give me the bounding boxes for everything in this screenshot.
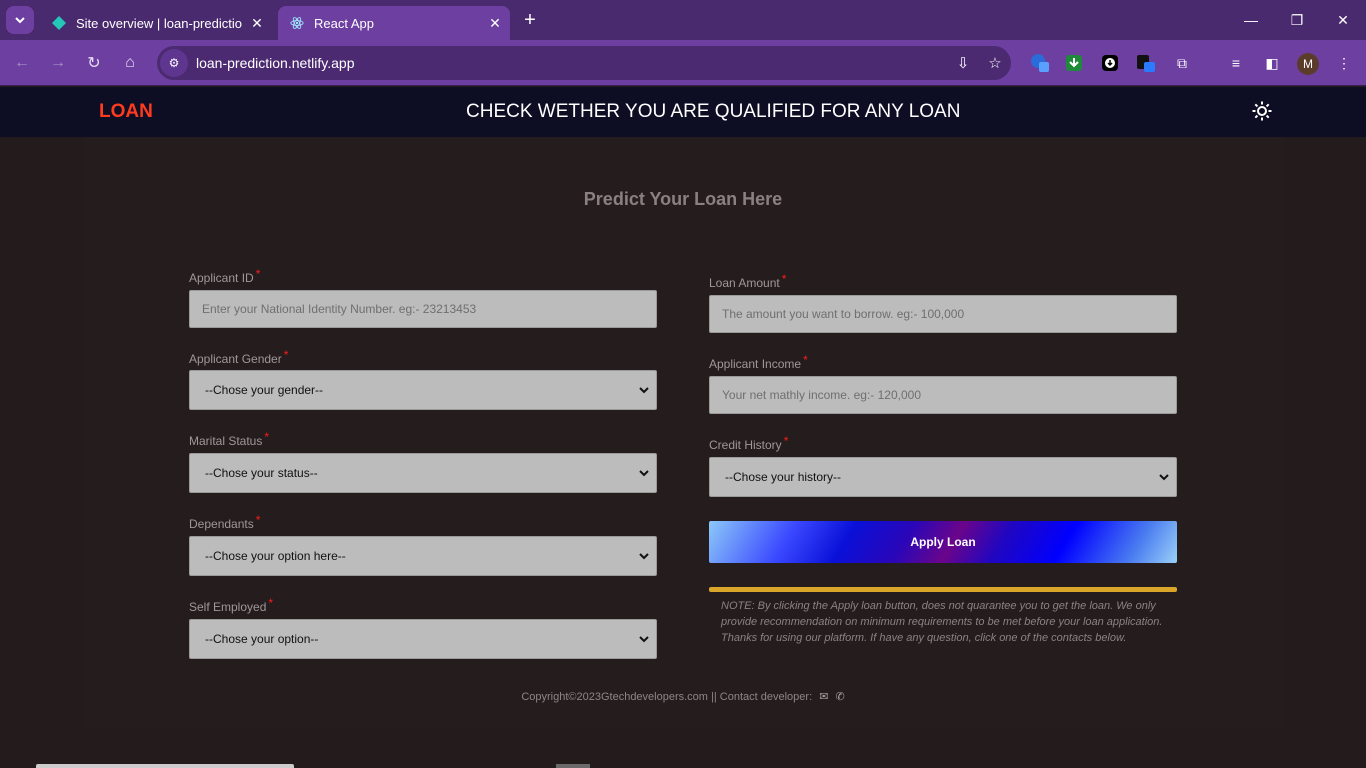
close-tab-icon[interactable]: ✕ <box>242 15 272 32</box>
applicant-id-input[interactable]: Enter your National Identity Number. eg:… <box>189 290 657 328</box>
react-atom-icon <box>290 16 304 30</box>
applicant-income-label: Applicant Income * <box>709 353 808 371</box>
note-divider <box>709 587 1177 592</box>
self-employed-label: Self Employed * <box>189 596 274 614</box>
reload-icon[interactable]: ↻ <box>82 51 106 75</box>
self-employed-select[interactable]: --Chose your option-- <box>189 619 657 659</box>
tab-search-button[interactable] <box>6 6 34 34</box>
extension-download-icon[interactable] <box>1062 51 1086 75</box>
dependants-select[interactable]: --Chose your option here-- <box>189 536 657 576</box>
extension-translate-icon[interactable] <box>1028 51 1052 75</box>
logo[interactable]: LOAN <box>99 101 153 123</box>
install-app-icon[interactable]: ⇩ <box>947 54 979 72</box>
site-settings-icon[interactable]: ⚙ <box>160 49 188 77</box>
tab-title: React App <box>314 15 374 31</box>
close-tab-icon[interactable]: ✕ <box>480 15 510 32</box>
browser-menu-icon[interactable]: ⋮ <box>1332 51 1356 75</box>
profile-avatar[interactable]: M <box>1297 53 1319 75</box>
minimize-icon[interactable]: — <box>1236 8 1266 32</box>
form-title: Predict Your Loan Here <box>583 189 783 209</box>
forward-arrow-icon[interactable]: → <box>46 51 70 75</box>
bottom-bar <box>36 764 294 768</box>
back-arrow-icon[interactable]: ← <box>10 51 34 75</box>
reading-list-icon[interactable]: ≡ <box>1224 51 1248 75</box>
chevron-down-icon <box>639 636 649 643</box>
marital-status-label: Marital Status * <box>189 430 270 448</box>
disclaimer-note: NOTE: By clicking the Apply loan button,… <box>721 600 1163 644</box>
applicant-income-input[interactable]: Your net mathly income. eg:- 120,000 <box>709 376 1177 414</box>
phone-icon[interactable]: ✆ <box>835 690 844 703</box>
chevron-down-icon <box>639 470 649 477</box>
new-tab-button[interactable]: + <box>518 8 542 32</box>
tab-title: Site overview | loan-prediction | <box>76 15 242 31</box>
browser-tab-react-app[interactable]: React App ✕ <box>278 6 510 40</box>
browser-tab-strip: Site overview | loan-prediction | ✕ Reac… <box>0 0 1366 40</box>
browser-toolbar: ← → ↻ ⌂ ⚙ loan-prediction.netlify.app ⇩ … <box>0 40 1366 86</box>
marital-status-select[interactable]: --Chose your status-- <box>189 453 657 493</box>
close-window-icon[interactable]: ✕ <box>1328 8 1358 32</box>
bookmark-star-icon[interactable]: ☆ <box>979 54 1011 72</box>
loan-amount-label: Loan Amount * <box>709 272 787 290</box>
side-panel-icon[interactable]: ◧ <box>1260 51 1284 75</box>
app-header: LOAN CHECK WETHER YOU ARE QUALIFIED FOR … <box>0 87 1366 137</box>
extension-screen-icon[interactable] <box>1134 51 1158 75</box>
restore-window-icon[interactable]: ❐ <box>1282 8 1312 32</box>
bottom-bar-segment <box>556 764 590 768</box>
browser-tab-site-overview[interactable]: Site overview | loan-prediction | ✕ <box>40 6 272 40</box>
chevron-down-icon <box>639 387 649 394</box>
credit-history-label: Credit History * <box>709 434 789 452</box>
footer-copyright: Copyright©2023Gtechdevelopers.com || Con… <box>521 691 813 703</box>
chevron-down-icon <box>639 553 649 560</box>
gender-select[interactable]: --Chose your gender-- <box>189 370 657 410</box>
loan-amount-input[interactable]: The amount you want to borrow. eg:- 100,… <box>709 295 1177 333</box>
chevron-down-icon <box>15 17 25 24</box>
netlify-diamond-icon <box>52 16 66 30</box>
page-headline: CHECK WETHER YOU ARE QUALIFIED FOR ANY L… <box>466 101 961 122</box>
sun-icon[interactable] <box>1250 99 1274 123</box>
apply-loan-button[interactable]: Apply Loan <box>709 521 1177 563</box>
footer: Copyright©2023Gtechdevelopers.com || Con… <box>0 690 1366 703</box>
envelope-icon[interactable]: ✉ <box>819 690 828 703</box>
extension-downloader-icon[interactable] <box>1098 51 1122 75</box>
address-bar[interactable]: ⚙ loan-prediction.netlify.app ⇩ ☆ <box>157 46 1011 80</box>
extensions-puzzle-icon[interactable]: ⧉ <box>1170 51 1194 75</box>
chevron-down-icon <box>1159 474 1169 481</box>
home-icon[interactable]: ⌂ <box>118 51 142 75</box>
dependants-label: Dependants * <box>189 513 261 531</box>
credit-history-select[interactable]: --Chose your history-- <box>709 457 1177 497</box>
url-text[interactable]: loan-prediction.netlify.app <box>196 55 947 71</box>
applicant-gender-label: Applicant Gender * <box>189 348 289 366</box>
applicant-id-label: Applicant ID * <box>189 267 261 285</box>
